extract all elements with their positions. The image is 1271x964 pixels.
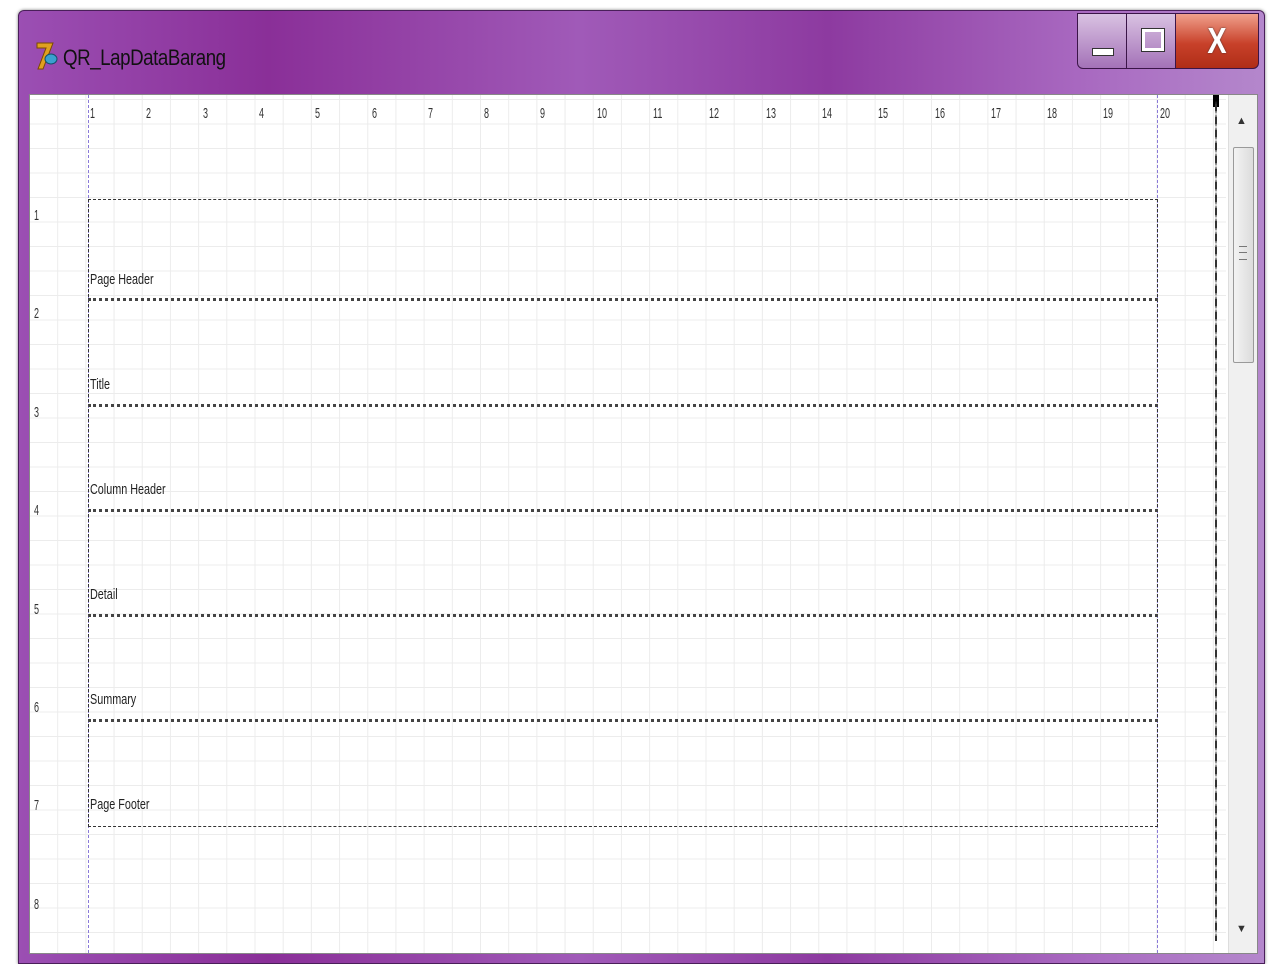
band-separator[interactable] (88, 298, 1158, 301)
ruler-x-label: 16 (934, 105, 945, 122)
band-label-page-footer[interactable]: Page Footer (90, 796, 149, 813)
band-label-column-header[interactable]: Column Header (90, 481, 166, 498)
ruler-y-label: 7 (34, 797, 40, 815)
window-title: QR_LapDataBarang (63, 45, 226, 70)
ruler-x-label: 19 (1103, 105, 1114, 122)
ruler-x-label: 13 (765, 105, 776, 122)
ruler-x-label: 10 (596, 105, 607, 122)
ruler-x-label: 7 (427, 105, 433, 122)
ruler-x-label: 6 (371, 105, 377, 122)
ruler-x-label: 5 (315, 105, 321, 122)
band-label-page-header[interactable]: Page Header (90, 271, 154, 288)
ruler-x-label: 8 (484, 105, 490, 122)
ruler-x-label: 11 (653, 105, 663, 122)
ruler-y-label: 8 (34, 895, 40, 913)
report-designer-window: QR_LapDataBarang X 1 2 3 4 5 6 7 8 9 10 11 12 13 14 15… (18, 10, 1265, 964)
ruler-y-label: 5 (34, 600, 40, 618)
vertical-scrollbar[interactable]: ▲ ▼ (1213, 95, 1257, 953)
band-separator[interactable] (88, 509, 1158, 512)
close-button[interactable]: X (1175, 13, 1259, 69)
band-label-title[interactable]: Title (90, 376, 110, 393)
band-separator[interactable] (88, 614, 1158, 617)
scrollbar-thumb[interactable] (1233, 147, 1254, 363)
scroll-down-arrow-icon[interactable]: ▼ (1236, 923, 1247, 935)
report-page-outline (88, 199, 1158, 827)
minimize-button[interactable] (1077, 13, 1127, 69)
dotted-edge (1215, 101, 1217, 941)
ruler-x-label: 9 (540, 105, 546, 122)
ruler-x-label: 12 (709, 105, 720, 122)
ruler-y-label: 6 (34, 699, 40, 716)
ruler-x-label: 4 (258, 105, 264, 122)
delphi-icon (36, 42, 58, 70)
title-bar[interactable]: QR_LapDataBarang X (19, 11, 1264, 93)
ruler-x-label: 1 (90, 105, 96, 122)
ruler-x-label: 20 (1159, 105, 1170, 122)
ruler-x-label: 15 (878, 105, 889, 122)
ruler-y-label: 3 (34, 403, 40, 421)
ruler-y-label: 2 (34, 305, 40, 323)
scroll-up-arrow-icon[interactable]: ▲ (1236, 115, 1247, 127)
band-separator[interactable] (88, 404, 1158, 407)
grip-icon (1239, 246, 1247, 260)
close-icon: X (1207, 20, 1227, 61)
ruler-x-label: 2 (146, 105, 152, 122)
ruler-y-label: 1 (34, 207, 40, 224)
ruler-x-label: 17 (990, 105, 1001, 122)
ruler-x-label: 3 (202, 105, 208, 122)
ruler-x-label: 14 (821, 105, 832, 122)
report-canvas[interactable]: 1 2 3 4 5 6 7 8 9 10 11 12 13 14 15 16 17 18 19 20 12345678… (29, 94, 1258, 954)
band-label-summary[interactable]: Summary (90, 691, 136, 708)
band-separator[interactable] (88, 719, 1158, 722)
band-label-detail[interactable]: Detail (90, 586, 118, 603)
maximize-button[interactable] (1126, 13, 1176, 69)
ruler-y-label: 4 (34, 502, 40, 520)
ruler-x-label: 18 (1047, 105, 1058, 122)
